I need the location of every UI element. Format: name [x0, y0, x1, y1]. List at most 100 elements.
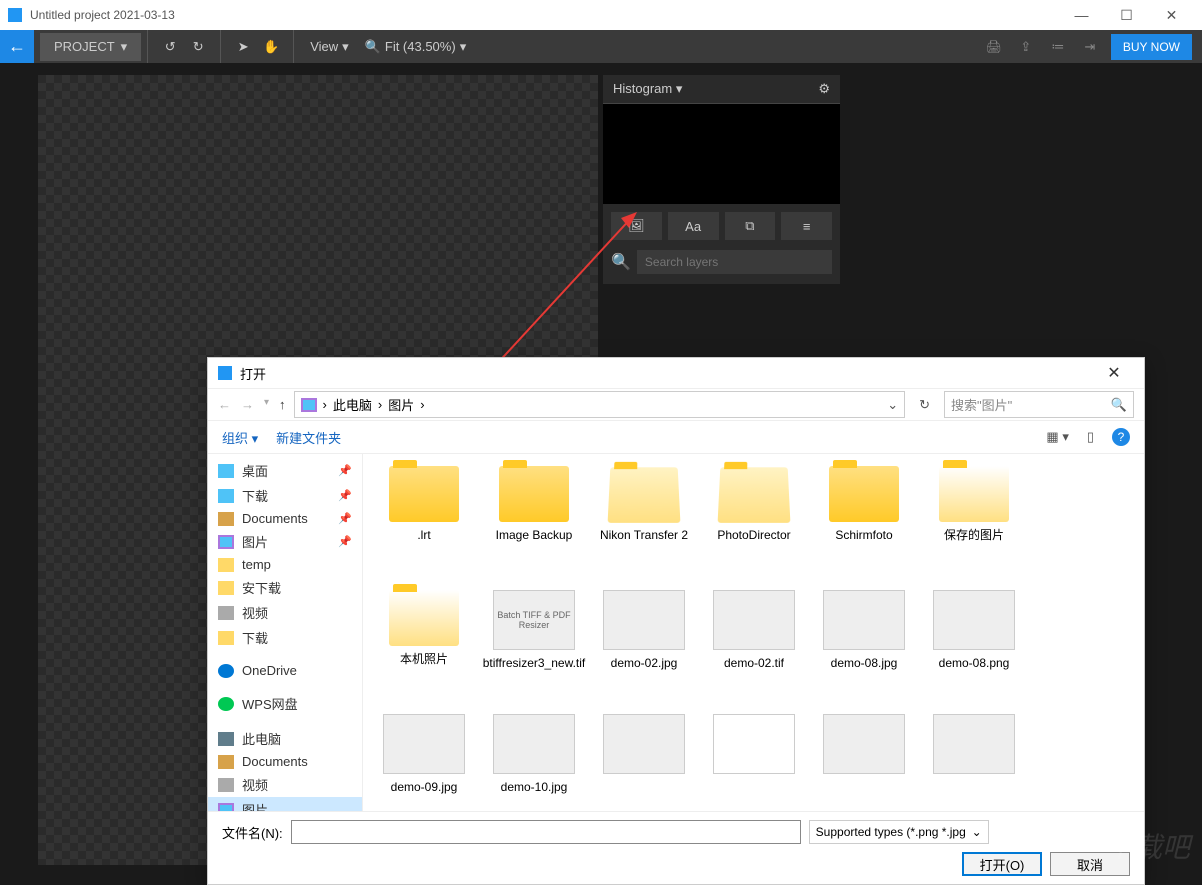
sidebar-item[interactable]: temp	[208, 554, 362, 575]
buy-now-button[interactable]: BUY NOW	[1111, 34, 1192, 60]
file-item[interactable]: Schirmfoto	[811, 462, 917, 582]
file-item[interactable]	[921, 710, 1027, 811]
folder-icon	[608, 467, 681, 523]
chevron-down-icon: ▾	[342, 39, 349, 55]
sidebar-item[interactable]: 下载	[208, 625, 362, 650]
sidebar-item[interactable]: WPS网盘	[208, 691, 362, 716]
layer-tab-image[interactable]: 🖼	[611, 212, 662, 240]
nav-forward-button[interactable]: →	[241, 397, 254, 412]
chevron-right-icon: ›	[378, 397, 382, 412]
sidebar-item[interactable]: 视频	[208, 600, 362, 625]
file-item[interactable]: .lrt	[371, 462, 477, 582]
view-label: View	[310, 39, 338, 54]
file-item[interactable]: Image Backup	[481, 462, 587, 582]
window-maximize-button[interactable]: ☐	[1104, 0, 1149, 30]
nav-back-button[interactable]: ←	[218, 397, 231, 412]
window-titlebar: Untitled project 2021-03-13 — ☐ ✕	[0, 0, 1202, 30]
gear-icon[interactable]: ⚙	[818, 81, 830, 97]
file-item[interactable]: demo-08.jpg	[811, 586, 917, 706]
dialog-titlebar: 打开 ✕	[208, 358, 1144, 388]
filename-input[interactable]	[291, 820, 801, 844]
sidebar-item[interactable]: OneDrive	[208, 660, 362, 681]
filetype-select[interactable]: Supported types (*.png *.jpg ⌄	[809, 820, 989, 844]
side-panels: Histogram ▾ ⚙ 🖼 Aa ⧉ ≡ 🔍	[603, 75, 840, 284]
preview-pane-button[interactable]: ▯	[1087, 429, 1094, 445]
file-label: Image Backup	[496, 528, 573, 544]
file-label: demo-02.tif	[724, 656, 784, 672]
sidebar-item-label: 此电脑	[242, 729, 281, 748]
sidebar-item[interactable]: 此电脑	[208, 726, 362, 751]
file-list[interactable]: .lrt Image Backup Nikon Transfer 2PhotoDir…	[363, 454, 1144, 811]
window-minimize-button[interactable]: —	[1059, 0, 1104, 30]
pin-icon: 📌	[338, 464, 352, 477]
sidebar-item-label: WPS网盘	[242, 694, 298, 713]
folder-icon	[499, 466, 569, 522]
breadcrumb-item[interactable]: 此电脑	[333, 395, 372, 414]
magnifier-icon: 🔍	[365, 39, 381, 55]
collapse-icon[interactable]: ⇥	[1079, 36, 1101, 58]
layer-search-input[interactable]	[637, 250, 832, 274]
folder-icon	[389, 466, 459, 522]
address-bar[interactable]: › 此电脑 › 图片 › ⌄	[294, 391, 906, 418]
organize-menu-button[interactable]: 组织 ▾	[222, 428, 258, 447]
sidebar-item[interactable]: 下载📌	[208, 483, 362, 508]
dialog-search-input[interactable]: 搜索"图片" 🔍	[944, 391, 1134, 418]
dialog-close-button[interactable]: ✕	[1094, 363, 1134, 383]
export-icon[interactable]: ⇪	[1015, 36, 1037, 58]
breadcrumb-item[interactable]: 图片	[388, 395, 414, 414]
sidebar-item-label: Documents	[242, 754, 308, 769]
folder-icon	[218, 697, 234, 711]
window-close-button[interactable]: ✕	[1149, 0, 1194, 30]
file-item[interactable]: demo-09.jpg	[371, 710, 477, 811]
zoom-menu-button[interactable]: 🔍 Fit (43.50%) ▾	[357, 39, 475, 55]
file-item[interactable]: Nikon Transfer 2	[591, 462, 697, 582]
pin-icon: 📌	[338, 489, 352, 502]
file-item[interactable]: demo-02.tif	[701, 586, 807, 706]
file-item[interactable]	[591, 710, 697, 811]
folder-icon	[218, 664, 234, 678]
file-item[interactable]: 本机照片	[371, 586, 477, 706]
pointer-tool-button[interactable]: ➤	[229, 33, 257, 61]
sidebar-item[interactable]: 图片	[208, 797, 362, 811]
file-item[interactable]: 保存的图片	[921, 462, 1027, 582]
file-item[interactable]	[811, 710, 917, 811]
print-icon[interactable]: 🖨	[983, 36, 1005, 58]
layer-tab-adjust[interactable]: ≡	[781, 212, 832, 240]
sidebar-item[interactable]: 安下载	[208, 575, 362, 600]
file-item[interactable]: demo-08.png	[921, 586, 1027, 706]
nav-up-button[interactable]: ↑	[279, 397, 286, 412]
sidebar-item[interactable]: 视频	[208, 772, 362, 797]
back-button[interactable]: ←	[0, 30, 34, 63]
file-item[interactable]: Batch TIFF & PDF Resizerbtiffresizer3_ne…	[481, 586, 587, 706]
app-icon	[8, 8, 22, 22]
file-label: demo-02.jpg	[611, 656, 678, 672]
watermark: 下载吧	[1106, 826, 1190, 866]
list-icon[interactable]: ≔	[1047, 36, 1069, 58]
file-item[interactable]: PhotoDirector	[701, 462, 807, 582]
help-button[interactable]: ?	[1112, 428, 1130, 446]
chevron-down-icon[interactable]: ▾	[264, 397, 269, 412]
layer-tab-shape[interactable]: ⧉	[725, 212, 776, 240]
file-item[interactable]	[701, 710, 807, 811]
dialog-footer: 文件名(N): Supported types (*.png *.jpg ⌄ 打…	[208, 811, 1144, 884]
new-folder-button[interactable]: 新建文件夹	[276, 428, 341, 447]
redo-button[interactable]: ↻	[184, 33, 212, 61]
view-mode-button[interactable]: ▦ ▾	[1046, 429, 1068, 445]
search-placeholder: 搜索"图片"	[951, 395, 1012, 414]
sidebar-item[interactable]: Documents📌	[208, 508, 362, 529]
project-menu-button[interactable]: PROJECT ▾	[40, 33, 141, 61]
address-dropdown-button[interactable]: ⌄	[887, 397, 898, 413]
undo-button[interactable]: ↺	[156, 33, 184, 61]
sidebar-item[interactable]: 图片📌	[208, 529, 362, 554]
file-item[interactable]: demo-02.jpg	[591, 586, 697, 706]
histogram-panel-header[interactable]: Histogram ▾ ⚙	[603, 75, 840, 104]
file-item[interactable]: demo-10.jpg	[481, 710, 587, 811]
open-button[interactable]: 打开(O)	[962, 852, 1042, 876]
hand-tool-button[interactable]: ✋	[257, 33, 285, 61]
sidebar-item[interactable]: Documents	[208, 751, 362, 772]
layer-tab-text[interactable]: Aa	[668, 212, 719, 240]
refresh-button[interactable]: ↻	[913, 397, 936, 413]
folder-icon	[389, 590, 459, 646]
sidebar-item[interactable]: 桌面📌	[208, 458, 362, 483]
view-menu-button[interactable]: View ▾	[302, 39, 356, 55]
